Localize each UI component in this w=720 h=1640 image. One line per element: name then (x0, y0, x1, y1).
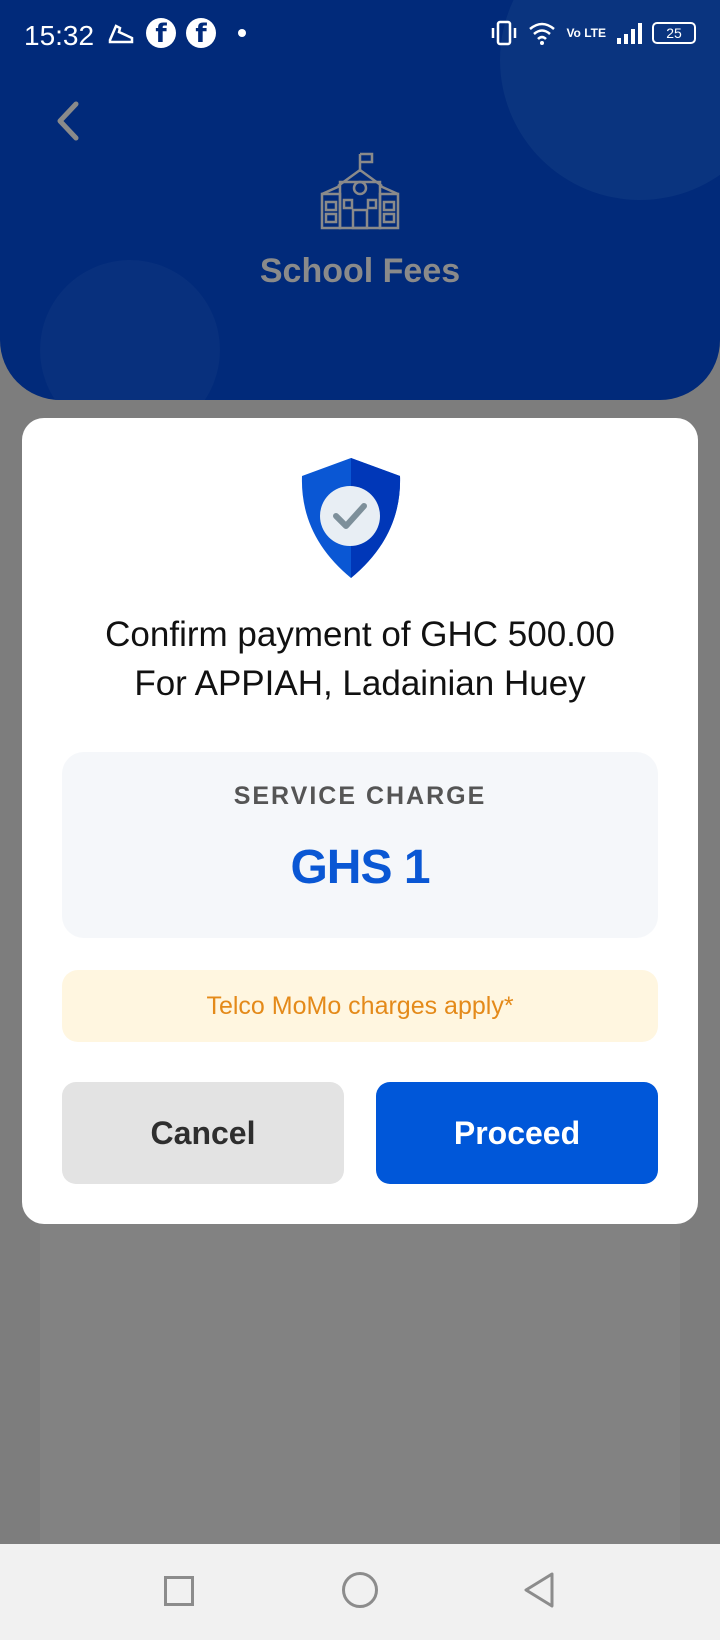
proceed-button[interactable]: Proceed (376, 1082, 658, 1184)
home-icon[interactable] (342, 1572, 378, 1608)
wifi-icon (529, 22, 556, 45)
notification-icons: f f (106, 18, 246, 49)
back-icon[interactable] (520, 1570, 560, 1610)
service-charge-value: GHS 1 (290, 841, 430, 894)
system-icons: Vo LTE 25 (490, 20, 696, 46)
vibrate-icon (492, 20, 517, 46)
service-charge-label: SERVICE CHARGE (233, 782, 487, 810)
battery-icon: 25 (652, 22, 696, 44)
back-arrow-icon[interactable] (48, 96, 90, 146)
school-icon (320, 152, 400, 230)
facebook-icon: f (186, 18, 216, 49)
confirm-recipient: For APPIAH, Ladainian Huey (134, 664, 586, 703)
telco-charges-note: Telco MoMo charges apply* (62, 970, 658, 1042)
shoe-icon (108, 24, 134, 44)
signal-icon (617, 23, 642, 44)
recent-apps-icon[interactable] (164, 1576, 194, 1606)
dot-icon (238, 29, 246, 37)
service-charge-panel: SERVICE CHARGE GHS 1 (62, 752, 658, 938)
facebook-icon: f (146, 18, 176, 49)
cancel-button[interactable]: Cancel (62, 1082, 344, 1184)
background-card (40, 1180, 680, 1544)
page-title: School Fees (259, 252, 461, 290)
confirm-amount: Confirm payment of GHC 500.00 (105, 615, 615, 654)
confirm-message: Confirm payment of GHC 500.00 For APPIAH… (22, 610, 698, 708)
system-nav-bar (0, 1544, 720, 1640)
status-time: 15:32 (24, 20, 95, 51)
status-bar: 15:32 f f Vo LTE 25 (0, 0, 720, 72)
volte-indicator: Vo LTE (566, 26, 606, 40)
shield-check-icon (301, 458, 401, 578)
